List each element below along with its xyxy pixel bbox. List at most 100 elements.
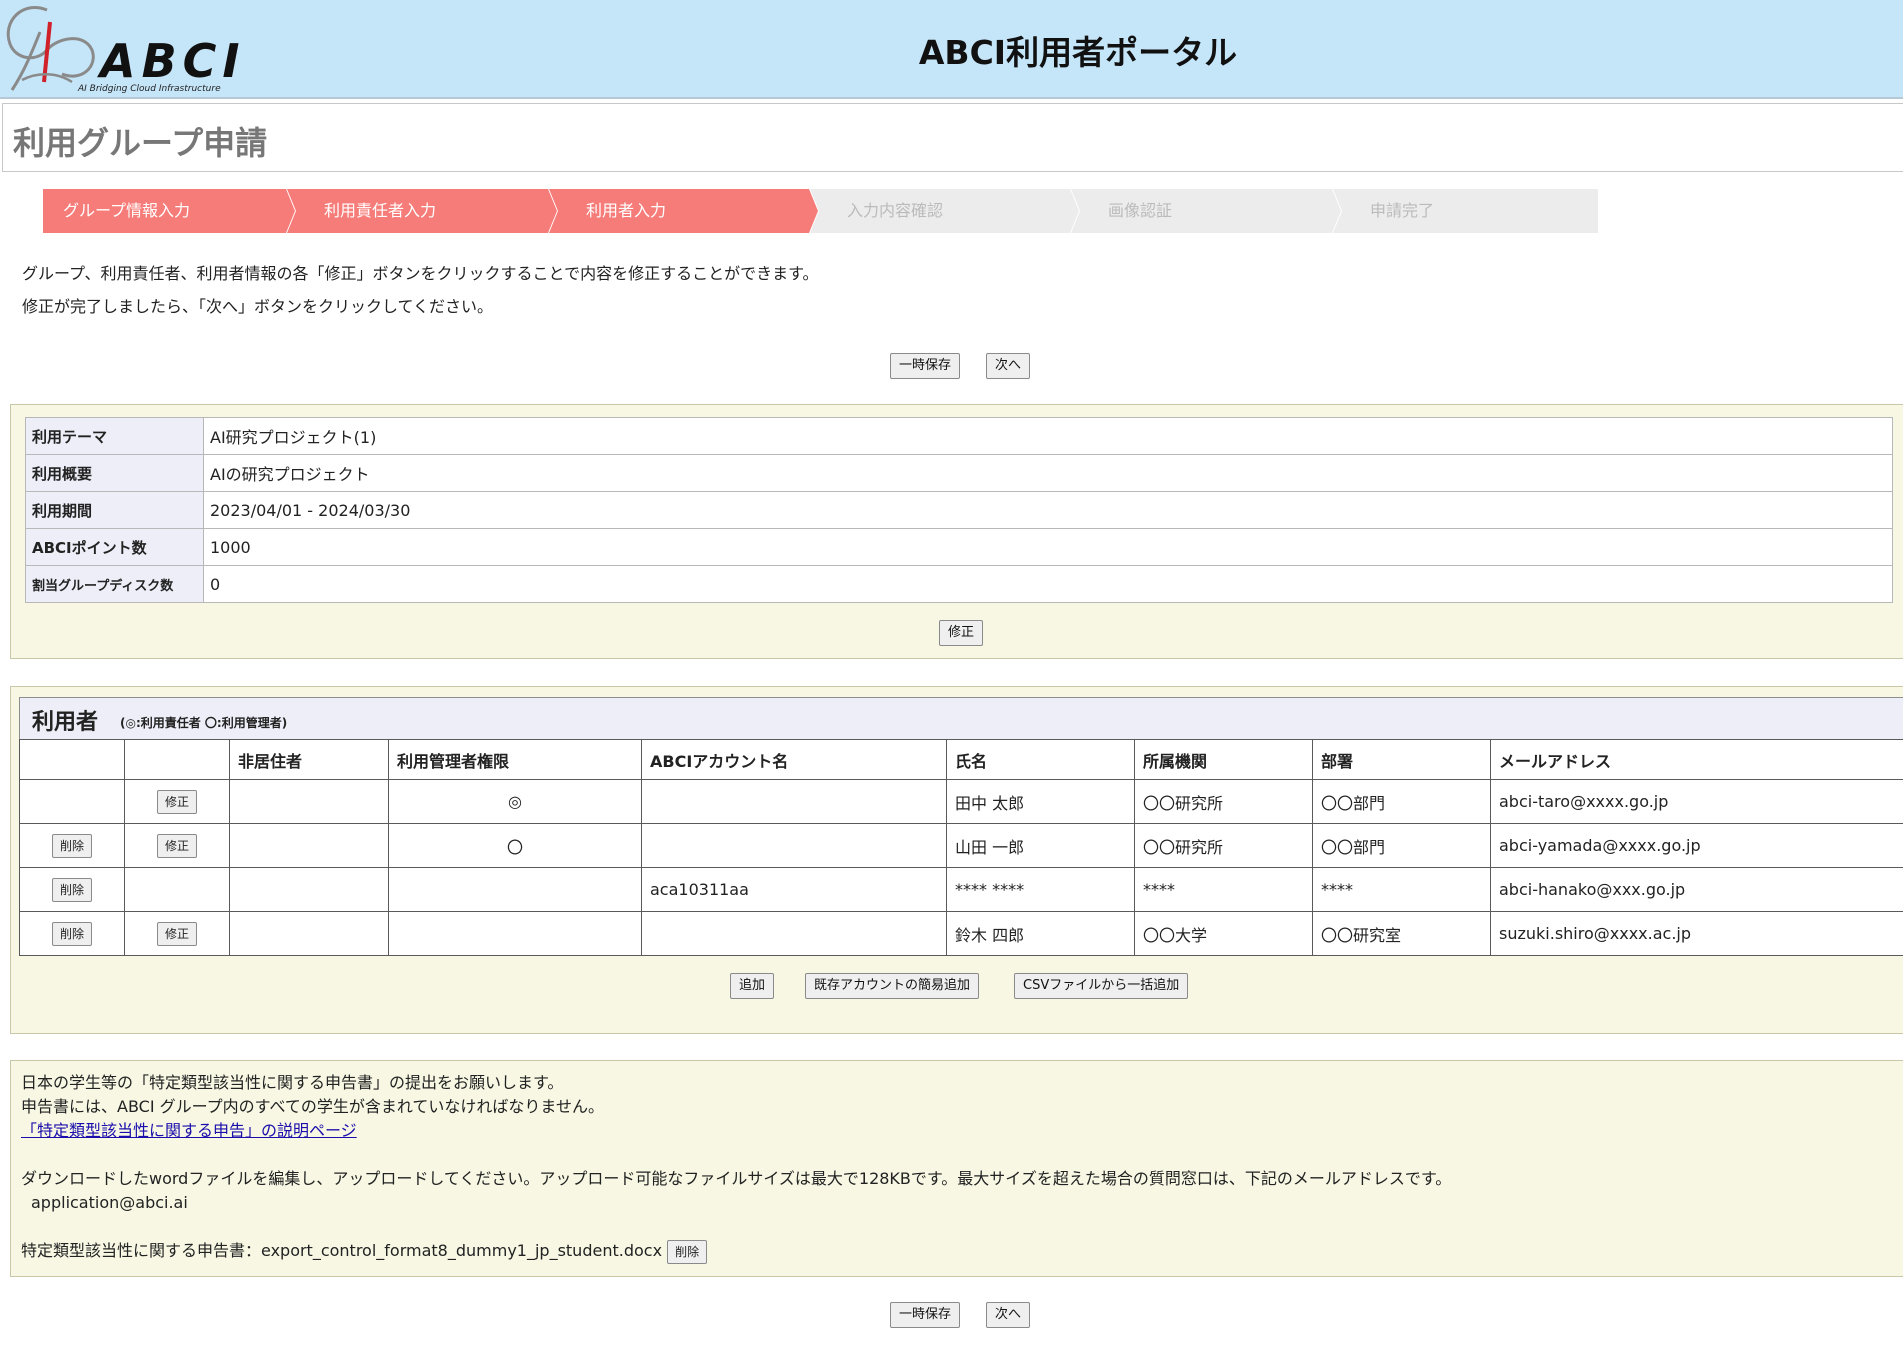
col-email: メールアドレス: [1490, 739, 1903, 780]
table-row: 利用概要 AIの研究プロジェクト: [25, 454, 1893, 492]
group-info-panel: 利用テーマ AI研究プロジェクト(1) 利用概要 AIの研究プロジェクト 利用期…: [10, 404, 1903, 659]
uploaded-file-label: 特定類型該当性に関する申告書：export_control_format8_du…: [21, 1241, 663, 1260]
period-value: 2023/04/01 - 2024/03/30: [203, 491, 1893, 529]
table-row: 削除 修正 〇 山田 一郎 〇〇研究所 〇〇部門 abci-yamada@xxx…: [19, 823, 1903, 868]
department-cell: 〇〇部門: [1312, 823, 1491, 868]
declaration-line-2: 申告書には、ABCI グループ内のすべての学生が含まれていなければなりません。: [21, 1097, 604, 1116]
nonresident-cell: [229, 911, 389, 956]
users-header: 利用者 (◎:利用責任者 〇:利用管理者): [19, 697, 1903, 739]
col-admin-permission: 利用管理者権限: [388, 739, 642, 780]
user-edit-button[interactable]: 修正: [156, 789, 197, 814]
name-cell: 鈴木 四郎: [946, 911, 1135, 956]
nonresident-cell: [229, 779, 389, 824]
users-table: 非居住者 利用管理者権限 ABCIアカウント名 氏名 所属機関 部署 メールアド…: [19, 739, 1903, 956]
col-account-name: ABCIアカウント名: [641, 739, 947, 780]
site-header: ABCI AI Bridging Cloud Infrastructure AB…: [0, 0, 1903, 99]
col-name: 氏名: [946, 739, 1135, 780]
instruction-notes: グループ、利用責任者、利用者情報の各「修正」ボタンをクリックすることで内容を修正…: [22, 257, 818, 323]
table-header-row: 非居住者 利用管理者権限 ABCIアカウント名 氏名 所属機関 部署 メールアド…: [19, 739, 1903, 780]
period-label: 利用期間: [25, 491, 204, 529]
step-group-info: グループ情報入力: [63, 201, 191, 220]
table-row: 修正 ◎ 田中 太郎 〇〇研究所 〇〇部門 abci-taro@xxxx.go.…: [19, 779, 1903, 824]
table-row: 割当グループディスク数 0: [25, 565, 1893, 603]
theme-value: AI研究プロジェクト(1): [203, 417, 1893, 455]
group-info-table: 利用テーマ AI研究プロジェクト(1) 利用概要 AIの研究プロジェクト 利用期…: [25, 417, 1893, 603]
disk-value: 0: [203, 565, 1893, 603]
table-row: 利用テーマ AI研究プロジェクト(1): [25, 417, 1893, 455]
uploaded-file-row: 特定類型該当性に関する申告書：export_control_format8_du…: [21, 1239, 1451, 1264]
account-cell: [641, 779, 947, 824]
instruction-line-2: 修正が完了しましたら、「次へ」ボタンをクリックしてください。: [22, 297, 494, 316]
name-cell: 山田 一郎: [946, 823, 1135, 868]
organization-cell: 〇〇研究所: [1134, 779, 1313, 824]
department-cell: 〇〇部門: [1312, 779, 1491, 824]
step-captcha: 画像認証: [1108, 201, 1173, 220]
add-existing-account-button[interactable]: 既存アカウントの簡易追加: [805, 973, 980, 999]
col-delete: [19, 739, 125, 780]
save-draft-button-bottom[interactable]: 一時保存: [890, 1302, 961, 1328]
site-title: ABCI利用者ポータル: [918, 33, 1238, 72]
email-cell: abci-yamada@xxxx.go.jp: [1490, 823, 1903, 868]
page-title: 利用グループ申請: [13, 124, 268, 162]
name-cell: **** ****: [946, 867, 1135, 912]
user-edit-button[interactable]: 修正: [156, 921, 197, 946]
col-nonresident: 非居住者: [229, 739, 389, 780]
next-button-bottom[interactable]: 次へ: [986, 1302, 1031, 1328]
account-cell: [641, 823, 947, 868]
summary-label: 利用概要: [25, 454, 204, 492]
admin-permission-cell: [388, 867, 642, 912]
step-complete: 申請完了: [1370, 201, 1435, 220]
upload-note: ダウンロードしたwordファイルを編集し、アップロードしてください。アップロード…: [21, 1169, 1452, 1188]
user-delete-button[interactable]: 削除: [51, 833, 92, 858]
organization-cell: 〇〇研究所: [1134, 823, 1313, 868]
points-value: 1000: [203, 528, 1893, 566]
table-row: ABCIポイント数 1000: [25, 528, 1893, 566]
step-user-input: 利用者入力: [586, 201, 667, 220]
account-cell: [641, 911, 947, 956]
declaration-line-1: 日本の学生等の「特定類型該当性に関する申告書」の提出をお願いします。: [21, 1073, 564, 1092]
account-cell: aca10311aa: [641, 867, 947, 912]
contact-email: application@abci.ai: [31, 1193, 188, 1212]
table-row: 利用期間 2023/04/01 - 2024/03/30: [25, 491, 1893, 529]
nonresident-cell: [229, 867, 389, 912]
declaration-help-link[interactable]: 「特定類型該当性に関する申告」の説明ページ: [21, 1121, 357, 1140]
col-organization: 所属機関: [1134, 739, 1313, 780]
save-draft-button-top[interactable]: 一時保存: [890, 353, 961, 379]
summary-value: AIの研究プロジェクト: [203, 454, 1893, 492]
file-delete-button[interactable]: 削除: [667, 1240, 708, 1264]
points-label: ABCIポイント数: [25, 528, 204, 566]
progress-steps: グループ情報入力 利用責任者入力 利用者入力 入力内容確認 画像認証 申請完了: [43, 189, 1598, 233]
next-button-top[interactable]: 次へ: [986, 353, 1031, 379]
name-cell: 田中 太郎: [946, 779, 1135, 824]
user-delete-button[interactable]: 削除: [51, 877, 92, 902]
group-info-edit-button[interactable]: 修正: [939, 620, 984, 646]
nonresident-cell: [229, 823, 389, 868]
csv-bulk-add-button[interactable]: CSVファイルから一括追加: [1014, 973, 1189, 999]
email-cell: abci-taro@xxxx.go.jp: [1490, 779, 1903, 824]
disk-label: 割当グループディスク数: [25, 565, 204, 603]
instruction-line-1: グループ、利用責任者、利用者情報の各「修正」ボタンをクリックすることで内容を修正…: [22, 264, 819, 283]
table-row: 削除 修正 鈴木 四郎 〇〇大学 〇〇研究室 suzuki.shiro@xxxx…: [19, 911, 1903, 956]
users-title: 利用者: [32, 710, 99, 735]
admin-permission-cell: [388, 911, 642, 956]
declaration-text: 日本の学生等の「特定類型該当性に関する申告書」の提出をお願いします。 申告書には…: [21, 1071, 1451, 1264]
organization-cell: ****: [1134, 867, 1313, 912]
admin-permission-cell: ◎: [388, 779, 642, 824]
page-title-bar: 利用グループ申請: [2, 103, 1903, 172]
users-panel: 利用者 (◎:利用責任者 〇:利用管理者) 非居住者 利用管理者権限 ABCIア…: [10, 686, 1903, 1034]
user-edit-button[interactable]: 修正: [156, 833, 197, 858]
department-cell: ****: [1312, 867, 1491, 912]
organization-cell: 〇〇大学: [1134, 911, 1313, 956]
admin-permission-cell: 〇: [388, 823, 642, 868]
declaration-panel: 日本の学生等の「特定類型該当性に関する申告書」の提出をお願いします。 申告書には…: [10, 1060, 1903, 1277]
step-responsible-person: 利用責任者入力: [324, 201, 437, 220]
col-edit: [124, 739, 230, 780]
col-department: 部署: [1312, 739, 1491, 780]
users-legend: (◎:利用責任者 〇:利用管理者): [120, 716, 288, 730]
add-user-button[interactable]: 追加: [730, 973, 775, 999]
email-cell: abci-hanako@xxx.go.jp: [1490, 867, 1903, 912]
email-cell: suzuki.shiro@xxxx.ac.jp: [1490, 911, 1903, 956]
department-cell: 〇〇研究室: [1312, 911, 1491, 956]
user-delete-button[interactable]: 削除: [51, 921, 92, 946]
theme-label: 利用テーマ: [25, 417, 204, 455]
